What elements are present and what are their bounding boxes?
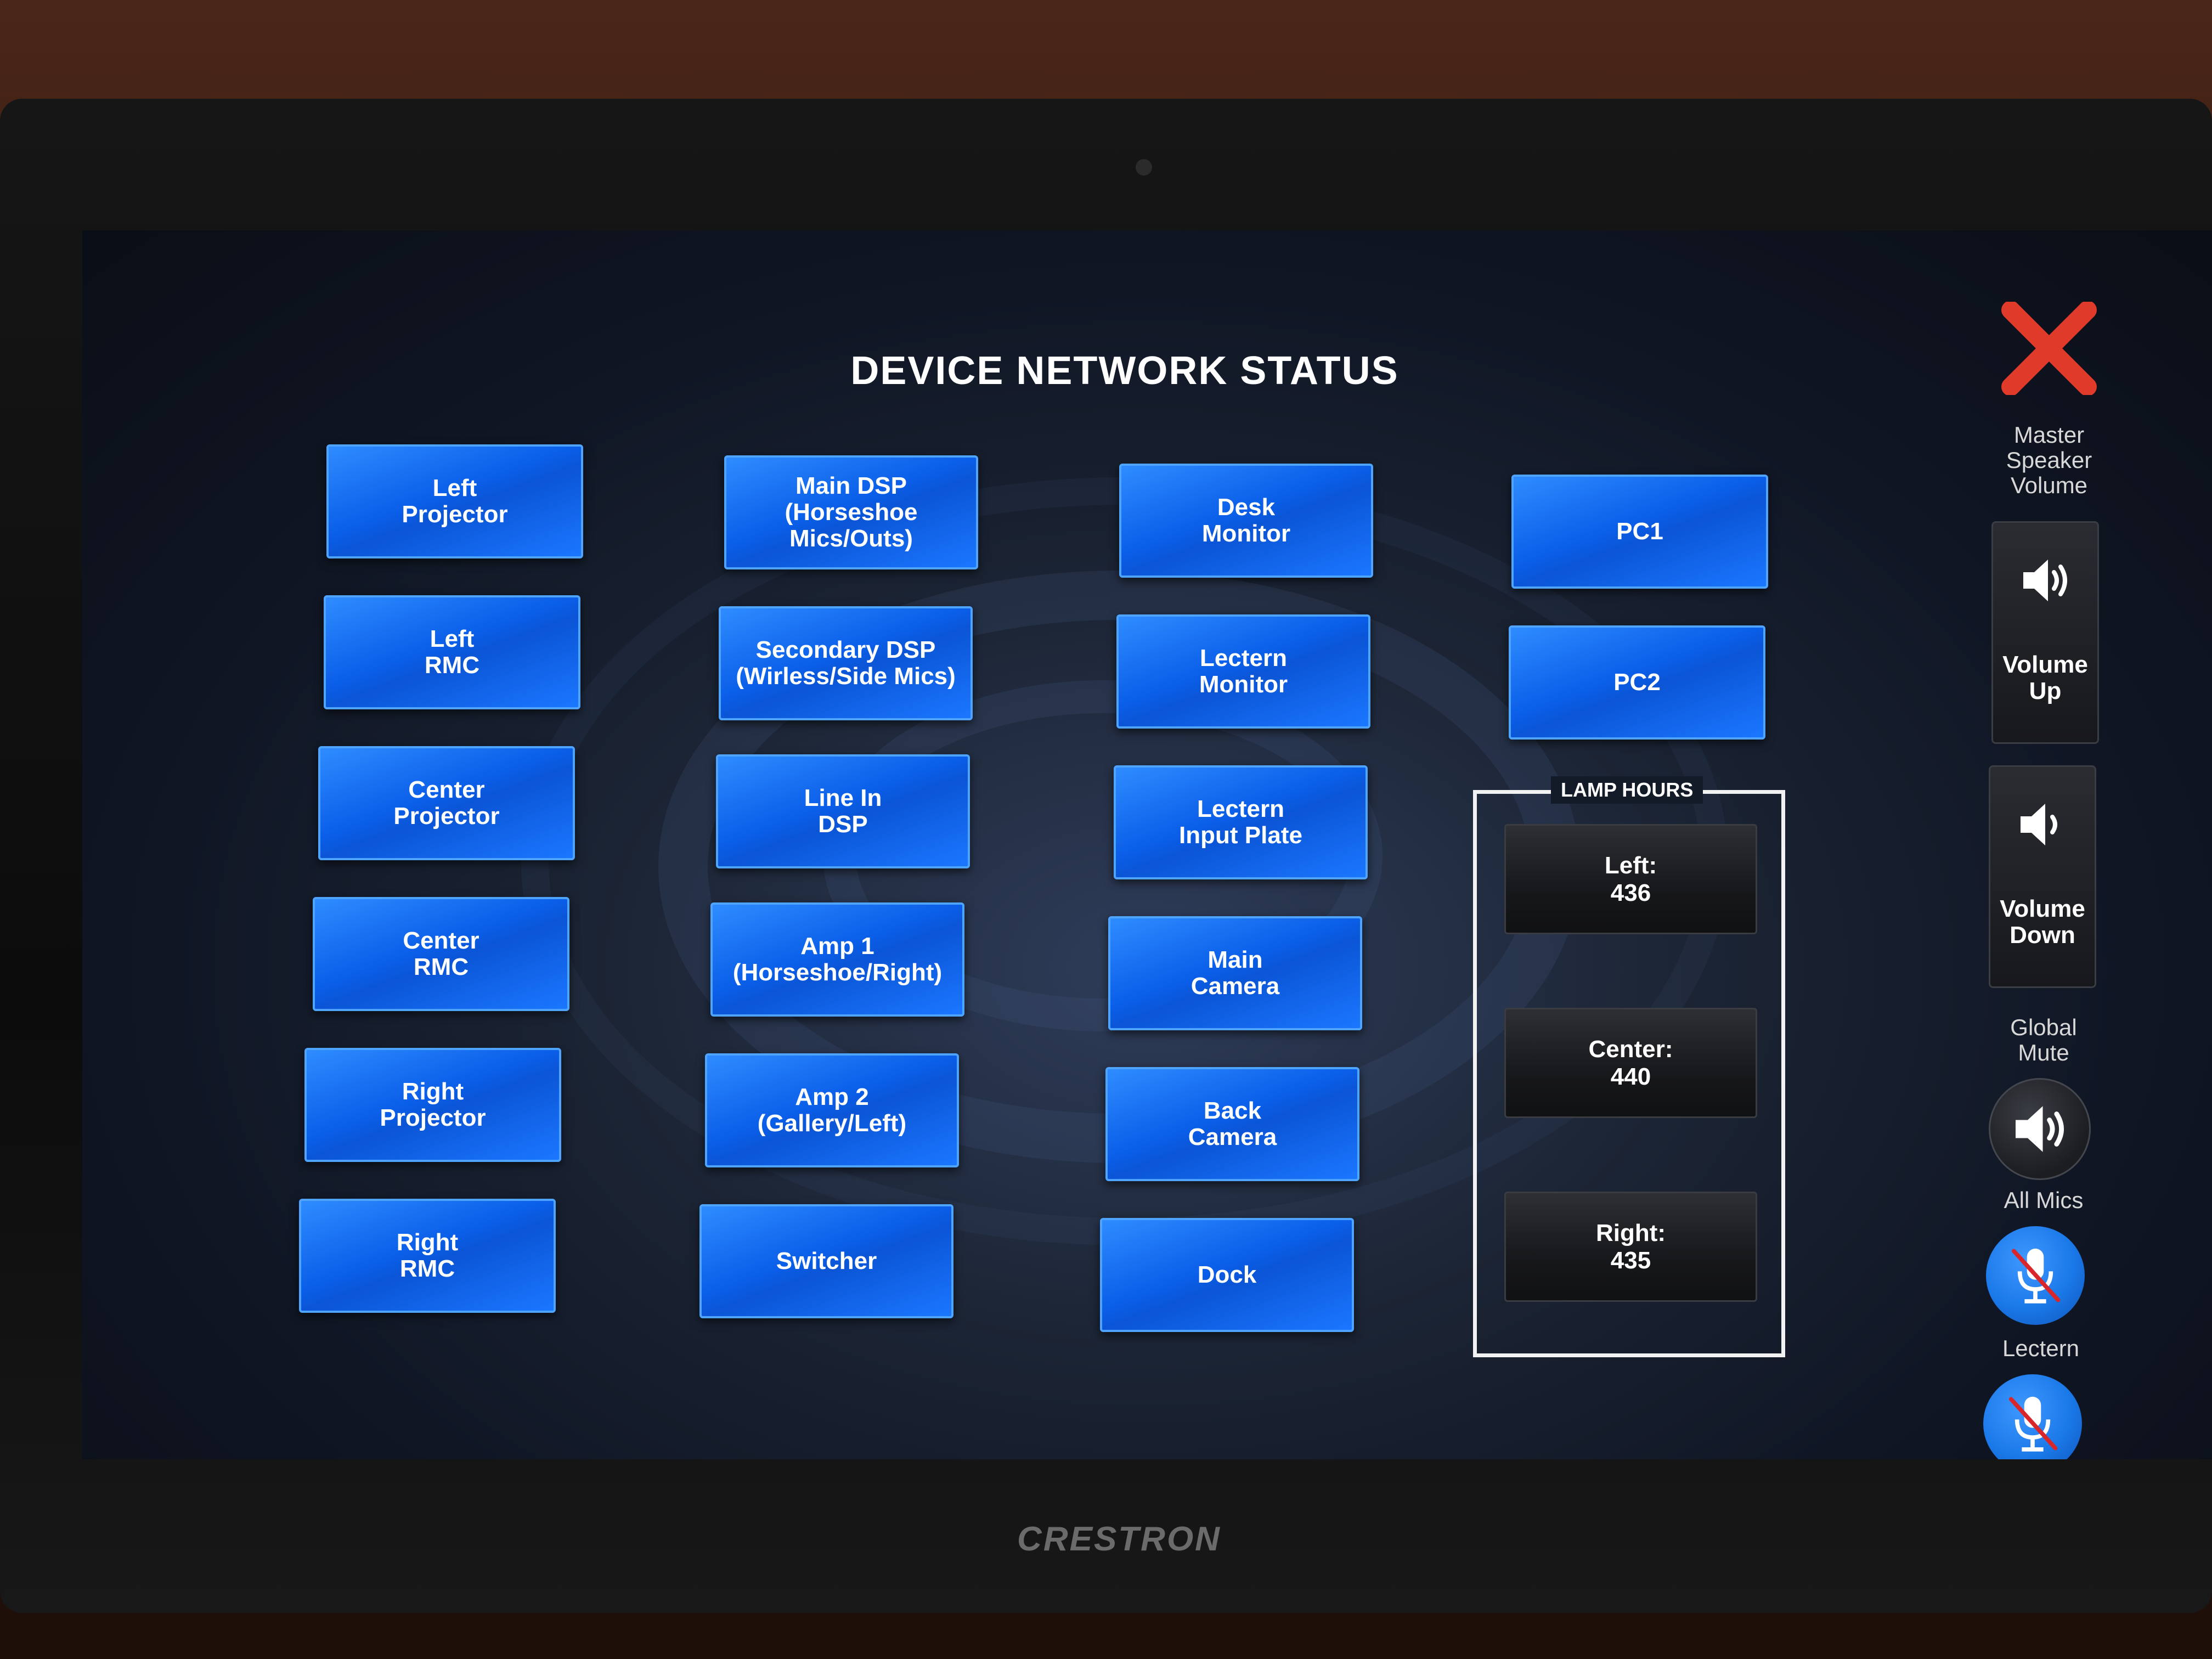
- lectern-mic-label: Lectern: [2002, 1335, 2080, 1361]
- all-mics-mute-button[interactable]: [1986, 1226, 2085, 1325]
- device-dock-button[interactable]: Dock: [1100, 1218, 1354, 1332]
- touch-screen: DEVICE NETWORK STATUS Left Projector Lef…: [82, 230, 2212, 1459]
- mic-muted-icon: [2008, 1396, 2058, 1452]
- mic-muted-icon: [2011, 1248, 2061, 1304]
- lectern-mic-mute-button[interactable]: [1983, 1374, 2082, 1459]
- close-icon[interactable]: [1997, 301, 2101, 396]
- device-left-rmc-button[interactable]: Left RMC: [324, 595, 580, 709]
- lamp-hours-center: Center: 440: [1504, 1008, 1757, 1118]
- speaker-icon: [2016, 1106, 2064, 1152]
- device-amp1-button[interactable]: Amp 1 (Horseshoe/Right): [710, 902, 964, 1017]
- device-back-camera-button[interactable]: Back Camera: [1105, 1067, 1359, 1181]
- speaker-quiet-icon: [2021, 804, 2057, 845]
- volume-down-label: Volume Down: [2000, 895, 2085, 949]
- device-right-rmc-button[interactable]: Right RMC: [299, 1199, 556, 1313]
- device-pc2-button[interactable]: PC2: [1509, 625, 1765, 740]
- volume-up-label: Volume Up: [2002, 651, 2088, 704]
- master-speaker-volume-label: Master Speaker Volume: [2006, 422, 2092, 498]
- device-lectern-monitor-button[interactable]: Lectern Monitor: [1116, 614, 1370, 729]
- device-main-dsp-button[interactable]: Main DSP (Horseshoe Mics/Outs): [724, 455, 978, 569]
- all-mics-label: All Mics: [2004, 1187, 2084, 1213]
- device-switcher-button[interactable]: Switcher: [699, 1204, 953, 1318]
- lamp-hours-panel: LAMP HOURS Left: 436 Center: 440 Right: …: [1473, 776, 1785, 1357]
- front-camera: [1136, 159, 1152, 176]
- device-line-in-dsp-button[interactable]: Line In DSP: [716, 754, 970, 868]
- lamp-hours-left: Left: 436: [1504, 824, 1757, 934]
- volume-down-button[interactable]: Volume Down: [1989, 765, 2096, 988]
- global-mute-button[interactable]: [1989, 1078, 2091, 1180]
- brand-logo: CRESTRON: [1017, 1520, 1221, 1558]
- lamp-hours-title: LAMP HOURS: [1551, 776, 1703, 804]
- device-amp2-button[interactable]: Amp 2 (Gallery/Left): [705, 1053, 959, 1167]
- device-lectern-input-plate-button[interactable]: Lectern Input Plate: [1114, 765, 1368, 879]
- device-main-camera-button[interactable]: Main Camera: [1108, 916, 1362, 1030]
- device-secondary-dsp-button[interactable]: Secondary DSP (Wirless/Side Mics): [719, 606, 973, 720]
- device-left-projector-button[interactable]: Left Projector: [326, 444, 583, 558]
- device-center-rmc-button[interactable]: Center RMC: [313, 897, 569, 1011]
- lamp-hours-right: Right: 435: [1504, 1192, 1757, 1302]
- page-title: DEVICE NETWORK STATUS: [850, 349, 1399, 393]
- device-desk-monitor-button[interactable]: Desk Monitor: [1119, 464, 1373, 578]
- device-center-projector-button[interactable]: Center Projector: [318, 746, 575, 860]
- volume-up-button[interactable]: Volume Up: [1991, 521, 2099, 744]
- global-mute-label: Global Mute: [2010, 1014, 2077, 1065]
- speaker-loud-icon: [2023, 560, 2067, 601]
- device-right-projector-button[interactable]: Right Projector: [304, 1048, 561, 1162]
- device-pc1-button[interactable]: PC1: [1511, 475, 1768, 589]
